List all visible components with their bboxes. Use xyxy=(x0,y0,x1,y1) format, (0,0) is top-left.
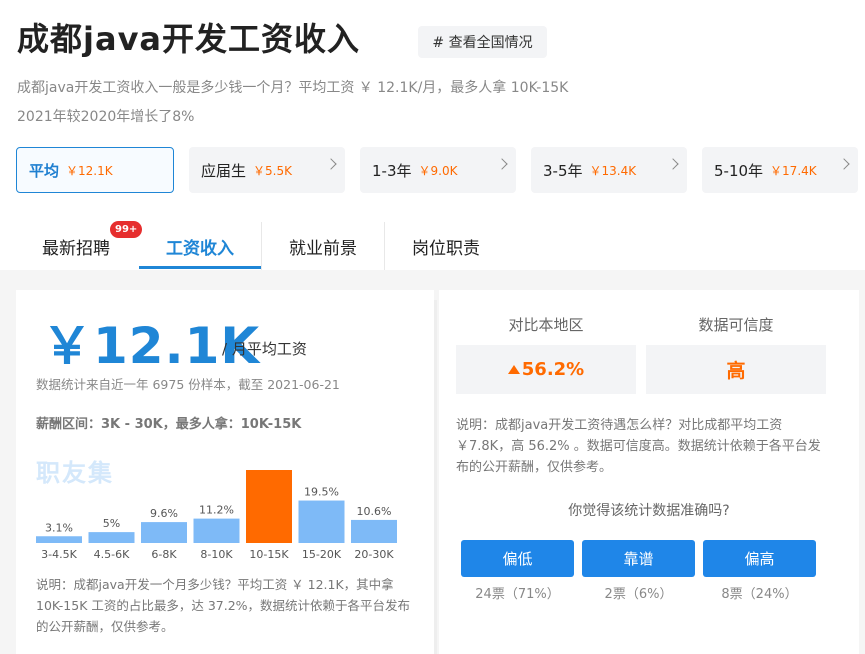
level-label: 5-10年 xyxy=(714,161,764,180)
level-card-average[interactable]: 平均 ￥12.1K xyxy=(16,147,174,193)
level-value: ￥13.4K xyxy=(589,163,637,178)
salary-description: 说明：成都java开发一个月多少钱？平均工资 ￥ 12.1K，其中拿 10K-1… xyxy=(36,577,411,634)
level-value: ￥12.1K xyxy=(66,163,113,178)
tab-prospects[interactable]: 就业前景 xyxy=(262,222,384,270)
chevron-right-icon xyxy=(838,158,850,170)
comparison-description: 说明：成都java开发工资待遇怎么样？对比成都平均工资 ￥7.8K，高 56.2… xyxy=(456,418,821,475)
chevron-right-icon xyxy=(325,158,337,170)
level-value: ￥17.4K xyxy=(770,163,817,178)
level-value: ￥9.0K xyxy=(418,163,458,178)
bar-category-label: 20-30K xyxy=(354,548,394,561)
bar-value-label: 10.6% xyxy=(357,505,392,518)
tab-divider xyxy=(261,222,262,270)
active-tab-indicator xyxy=(139,266,261,269)
level-card-graduate[interactable]: 应届生 ￥5.5K xyxy=(189,147,345,193)
bar-chart-svg: 3.1%3-4.5K5%4.5-6K9.6%6-8K11.2%8-10K37.2… xyxy=(36,470,397,561)
tab-salary[interactable]: 工资收入 xyxy=(139,222,261,270)
bar-15-20K xyxy=(298,500,345,543)
level-card-3-5-years[interactable]: 3-5年 ￥13.4K xyxy=(531,147,687,193)
bar-category-label: 10-15K xyxy=(249,548,289,561)
notification-badge: 99+ xyxy=(110,221,143,238)
level-card-1-3-years[interactable]: 1-3年 ￥9.0K xyxy=(360,147,516,193)
vote-accurate-count: 2票（6%） xyxy=(604,587,673,602)
vote-accurate-button[interactable]: 靠谱 xyxy=(582,540,695,577)
region-compare-value-wrap: 56.2% xyxy=(507,359,585,380)
region-compare-label: 对比本地区 xyxy=(508,316,584,334)
vote-high-count: 8票（24%） xyxy=(721,587,798,602)
reliability-box: 高 xyxy=(646,345,826,394)
chevron-right-icon xyxy=(667,158,679,170)
bar-value-label: 3.1% xyxy=(45,521,73,534)
level-value: ￥5.5K xyxy=(253,163,292,178)
vote-low-button[interactable]: 偏低 xyxy=(461,540,574,577)
bar-10-15K xyxy=(246,470,292,543)
subtitle-summary: 成都java开发工资收入一般是多少钱一个月？平均工资 ￥ 12.1K/月，最多人… xyxy=(17,80,569,96)
level-label: 应届生 xyxy=(201,161,247,180)
average-salary-unit: / 月平均工资 xyxy=(222,340,307,358)
reliability-value: 高 xyxy=(726,360,746,382)
level-label: 3-5年 xyxy=(543,161,583,180)
salary-range: 薪酬区间：3K - 30K，最多人拿：10K-15K xyxy=(36,417,302,432)
level-card-5-10-years[interactable]: 5-10年 ￥17.4K xyxy=(702,147,858,193)
sample-note: 数据统计来自近一年 6975 份样本，截至 2021-06-21 xyxy=(36,377,340,392)
bar-category-label: 15-20K xyxy=(302,548,342,561)
region-compare-value: 56.2% xyxy=(521,359,585,380)
bar-6-8K xyxy=(141,522,187,543)
bar-20-30K xyxy=(351,519,397,543)
accuracy-question: 你觉得该统计数据准确吗? xyxy=(568,503,730,519)
bar-category-label: 4.5-6K xyxy=(94,548,130,561)
page-title: 成都java开发工资收入 xyxy=(17,20,361,58)
national-stats-button[interactable]: # 查看全国情况 xyxy=(418,26,547,58)
bar-4.5-6K xyxy=(88,532,135,543)
salary-distribution-chart: 3.1%3-4.5K5%4.5-6K9.6%6-8K11.2%8-10K37.2… xyxy=(30,470,410,565)
bar-value-label: 5% xyxy=(103,517,120,530)
tab-duties[interactable]: 岗位职责 xyxy=(385,222,507,270)
bar-category-label: 6-8K xyxy=(151,548,177,561)
level-label: 1-3年 xyxy=(372,161,412,180)
subtitle-growth: 2021年较2020年增长了8% xyxy=(17,109,195,125)
bar-8-10K xyxy=(193,518,240,543)
bar-category-label: 3-4.5K xyxy=(41,548,77,561)
level-label: 平均 xyxy=(29,161,60,180)
bar-value-label: 19.5% xyxy=(304,486,339,499)
bar-value-label: 11.2% xyxy=(199,504,234,517)
vote-low-count: 24票（71%） xyxy=(475,587,560,602)
panel-divider xyxy=(434,300,437,654)
tab-divider xyxy=(384,222,385,270)
bar-category-label: 8-10K xyxy=(200,548,233,561)
vote-high-button[interactable]: 偏高 xyxy=(703,540,816,577)
bar-3-4.5K xyxy=(36,536,82,543)
reliability-label: 数据可信度 xyxy=(698,316,774,334)
region-compare-box: 56.2% xyxy=(456,345,636,394)
chevron-right-icon xyxy=(496,158,508,170)
bar-value-label: 9.6% xyxy=(150,507,178,520)
arrow-up-icon xyxy=(507,365,520,374)
